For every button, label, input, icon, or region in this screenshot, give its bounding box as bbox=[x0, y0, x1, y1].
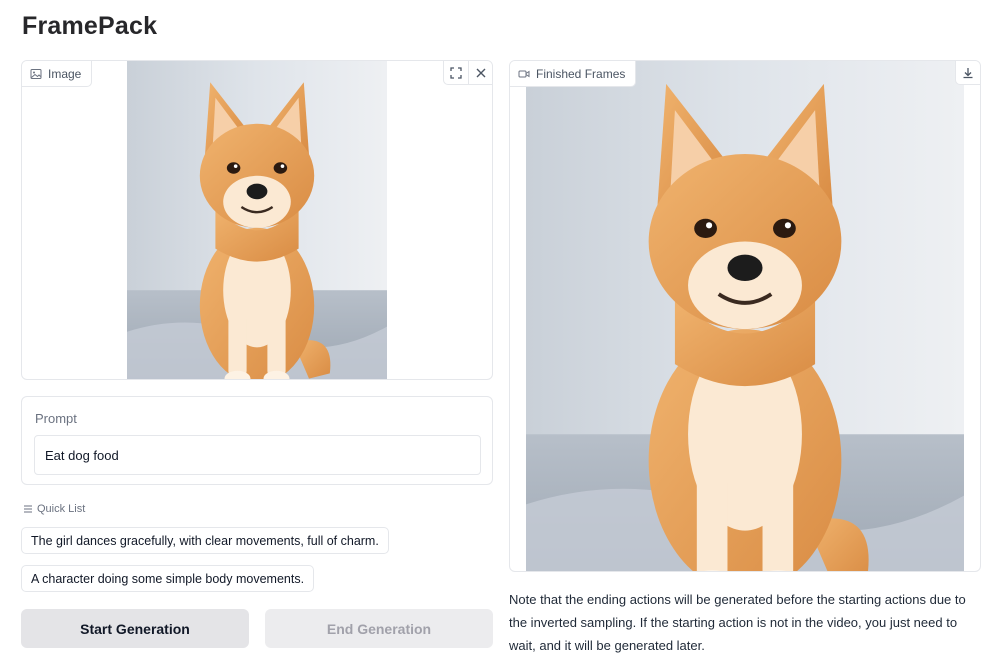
fullscreen-icon bbox=[450, 67, 462, 79]
finished-frames-panel[interactable]: Finished Frames bbox=[509, 60, 981, 572]
list-icon bbox=[24, 505, 32, 513]
image-tools bbox=[443, 61, 492, 85]
clear-image-button[interactable] bbox=[468, 61, 492, 85]
app-title: FramePack bbox=[22, 12, 158, 40]
start-generation-button[interactable]: Start Generation bbox=[21, 609, 249, 648]
prompt-label: Prompt bbox=[35, 411, 77, 426]
finished-frames-video[interactable] bbox=[526, 61, 964, 571]
close-icon bbox=[476, 68, 485, 78]
uploaded-dog-image bbox=[127, 61, 387, 379]
end-generation-button[interactable]: End Generation bbox=[265, 609, 493, 648]
video-tools bbox=[955, 61, 980, 85]
prompt-input[interactable] bbox=[34, 435, 481, 475]
finished-frames-label: Finished Frames bbox=[510, 61, 637, 87]
download-icon bbox=[963, 68, 973, 79]
video-icon bbox=[518, 70, 530, 77]
quick-list-label-text: Quick List bbox=[37, 503, 86, 515]
fullscreen-button[interactable] bbox=[444, 61, 468, 85]
image-input-label-text: Image bbox=[48, 66, 82, 81]
sampling-note: Note that the ending actions will be gen… bbox=[509, 592, 966, 653]
image-input-label: Image bbox=[22, 61, 93, 87]
quick-list-label: Quick List bbox=[23, 503, 85, 515]
quick-list-sample-2[interactable]: A character doing some simple body movem… bbox=[21, 565, 315, 592]
image-icon bbox=[30, 68, 42, 79]
finished-frames-label-text: Finished Frames bbox=[536, 66, 626, 81]
image-input-panel[interactable]: Image bbox=[21, 60, 493, 380]
prompt-block: Prompt bbox=[21, 396, 493, 485]
quick-list-sample-1[interactable]: The girl dances gracefully, with clear m… bbox=[21, 527, 389, 554]
download-button[interactable] bbox=[956, 61, 980, 85]
